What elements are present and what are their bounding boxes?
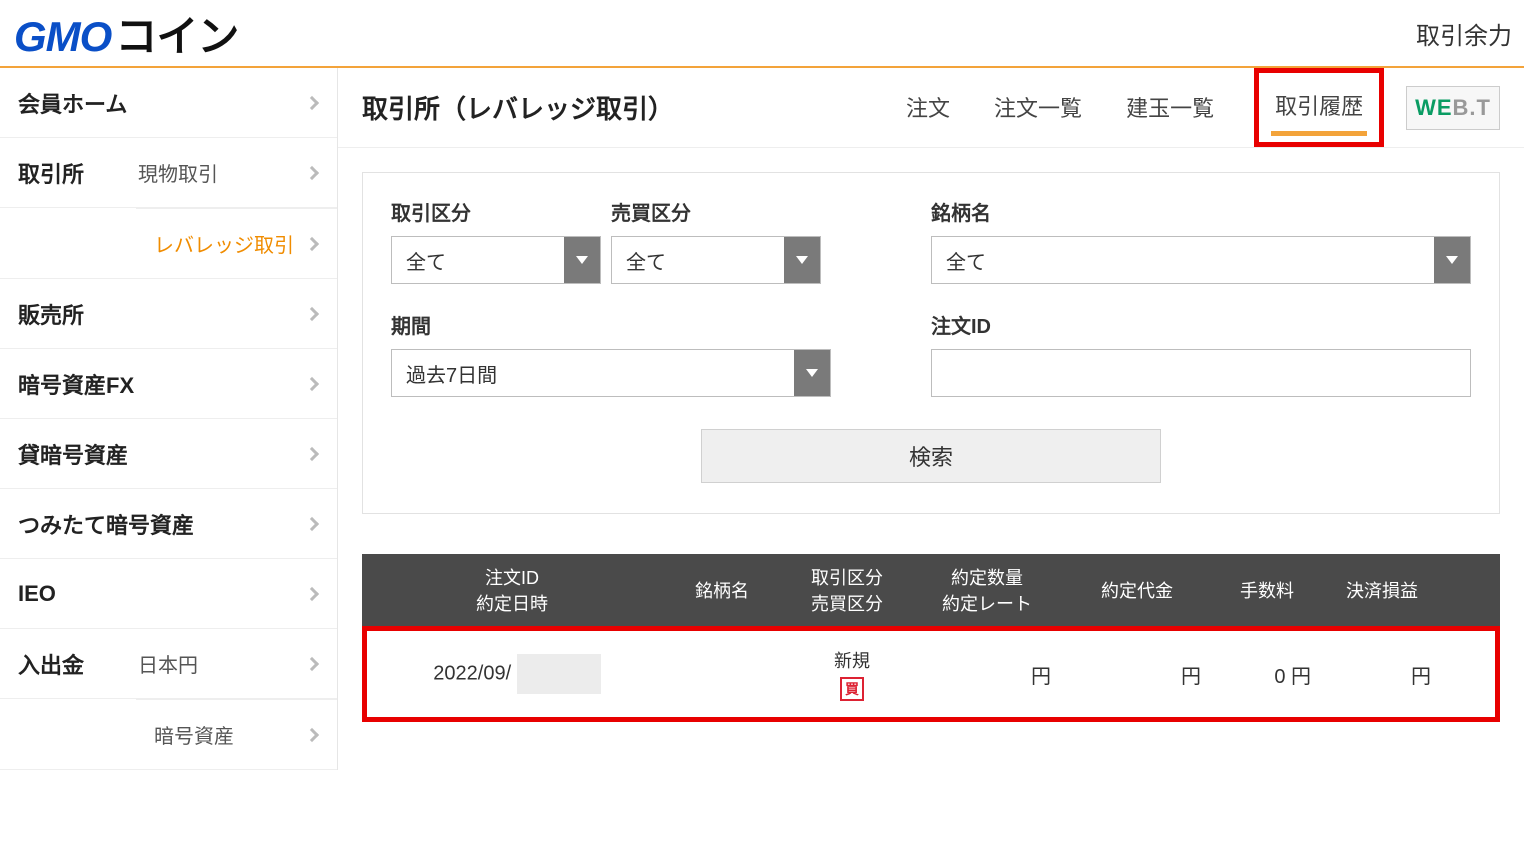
- th-fee: 手数料: [1212, 554, 1322, 626]
- input-order-id[interactable]: [931, 349, 1471, 397]
- table-row[interactable]: 2022/09/ 新規 買 円 円 0 円 円: [362, 626, 1500, 722]
- balance-label: 取引余力: [1416, 16, 1512, 51]
- sidebar-item-inout-jpy[interactable]: 入出金 日本円: [0, 629, 337, 699]
- filter-label-trade-type: 取引区分: [391, 197, 611, 226]
- select-value: 過去7日間: [392, 350, 794, 396]
- logo-secondary: コイン: [115, 3, 238, 64]
- sidebar-item-exchange-spot[interactable]: 取引所 現物取引: [0, 138, 337, 208]
- chevron-right-icon: [305, 446, 319, 460]
- select-side[interactable]: 全て: [611, 236, 821, 284]
- sidebar-item-sales[interactable]: 販売所: [0, 279, 337, 349]
- tab-position-list[interactable]: 建玉一覧: [1122, 85, 1218, 131]
- select-value: 全て: [612, 237, 784, 283]
- tab-trade-history[interactable]: 取引履歴: [1271, 83, 1367, 129]
- tab-order-list[interactable]: 注文一覧: [990, 85, 1086, 131]
- th-type-side: 取引区分 売買区分: [782, 554, 912, 626]
- sidebar-item-label: IEO: [18, 581, 56, 607]
- chevron-right-icon: [305, 376, 319, 390]
- sidebar-item-label: レバレッジ取引: [154, 229, 307, 258]
- web-trader-badge[interactable]: WEB.T: [1406, 86, 1500, 130]
- chevron-right-icon: [305, 165, 319, 179]
- select-value: 全て: [932, 237, 1434, 283]
- sidebar-item-label: 暗号資産FX: [18, 368, 134, 400]
- sidebar-item-crypto-fx[interactable]: 暗号資産FX: [0, 349, 337, 419]
- tab-trade-history-highlight: 取引履歴: [1254, 68, 1384, 147]
- sidebar-item-tsumitate[interactable]: つみたて暗号資産: [0, 489, 337, 559]
- tab-active-underline: [1271, 131, 1367, 136]
- page-title: 取引所（レバレッジ取引）: [362, 89, 674, 126]
- sidebar-item-home[interactable]: 会員ホーム: [0, 68, 337, 138]
- filter-label-period: 期間: [391, 310, 831, 339]
- sidebar: 会員ホーム 取引所 現物取引 レバレッジ取引 販売所 暗号資産FX 貸暗号資産 …: [0, 68, 338, 770]
- sidebar-item-ieo[interactable]: IEO: [0, 559, 337, 629]
- chevron-right-icon: [305, 586, 319, 600]
- th-pnl: 決済損益: [1322, 554, 1442, 626]
- main-content: 取引所（レバレッジ取引） 注文 注文一覧 建玉一覧 取引履歴 WEB.T 取引区…: [338, 68, 1524, 770]
- sidebar-item-inout-crypto[interactable]: 暗号資産: [0, 700, 337, 770]
- select-period[interactable]: 過去7日間: [391, 349, 831, 397]
- sidebar-group-label: 取引所: [18, 157, 138, 189]
- filter-panel: 取引区分 全て 売買区分 全て 銘柄名: [362, 172, 1500, 514]
- sidebar-item-label: つみたて暗号資産: [18, 508, 194, 540]
- cell-amount: 円: [1067, 650, 1217, 699]
- redacted-block: [517, 654, 601, 694]
- search-button[interactable]: 検索: [701, 429, 1161, 483]
- tab-order[interactable]: 注文: [902, 85, 954, 131]
- th-order-id-date: 注文ID 約定日時: [362, 554, 662, 626]
- caret-down-icon: [784, 237, 820, 283]
- chevron-right-icon: [305, 95, 319, 109]
- th-symbol: 銘柄名: [662, 554, 782, 626]
- sidebar-item-label: 会員ホーム: [18, 87, 127, 119]
- th-qty-rate: 約定数量 約定レート: [912, 554, 1062, 626]
- chevron-right-icon: [305, 727, 319, 741]
- cell-fee: 0 円: [1217, 650, 1327, 699]
- chevron-right-icon: [305, 306, 319, 320]
- select-value: 全て: [392, 237, 564, 283]
- chevron-right-icon: [305, 236, 319, 250]
- sidebar-item-label: 暗号資産: [154, 720, 307, 749]
- cell-symbol: [667, 664, 787, 684]
- logo: GMO コイン: [14, 3, 238, 64]
- select-trade-type[interactable]: 全て: [391, 236, 601, 284]
- sidebar-item-label: 販売所: [18, 298, 84, 330]
- web-badge-part1: WE: [1415, 95, 1452, 120]
- caret-down-icon: [564, 237, 600, 283]
- cell-type-side: 新規 買: [787, 637, 917, 711]
- table-header: 注文ID 約定日時 銘柄名 取引区分 売買区分 約定数量 約定レート 約定代金 …: [362, 554, 1500, 626]
- chevron-right-icon: [305, 516, 319, 530]
- select-symbol[interactable]: 全て: [931, 236, 1471, 284]
- sidebar-item-label: 日本円: [138, 649, 307, 678]
- filter-label-symbol: 銘柄名: [931, 197, 1471, 226]
- sidebar-item-lending[interactable]: 貸暗号資産: [0, 419, 337, 489]
- filter-label-order-id: 注文ID: [931, 310, 1471, 339]
- th-amount: 約定代金: [1062, 554, 1212, 626]
- results-table: 注文ID 約定日時 銘柄名 取引区分 売買区分 約定数量 約定レート 約定代金 …: [362, 554, 1500, 722]
- cell-date: 2022/09/: [367, 644, 667, 704]
- web-badge-part2: B.T: [1453, 95, 1491, 120]
- cell-qty: 円: [917, 650, 1067, 699]
- chevron-right-icon: [305, 656, 319, 670]
- sidebar-item-label: 現物取引: [138, 158, 307, 187]
- sidebar-group-label: 入出金: [18, 648, 138, 680]
- caret-down-icon: [794, 350, 830, 396]
- caret-down-icon: [1434, 237, 1470, 283]
- buy-badge: 買: [840, 677, 864, 701]
- logo-primary: GMO: [14, 13, 111, 61]
- tabs: 注文 注文一覧 建玉一覧 取引履歴: [902, 68, 1384, 147]
- sidebar-item-exchange-leverage[interactable]: レバレッジ取引: [0, 209, 337, 279]
- filter-label-side: 売買区分: [611, 197, 831, 226]
- sidebar-item-label: 貸暗号資産: [18, 438, 128, 470]
- cell-pnl: 円: [1327, 650, 1447, 699]
